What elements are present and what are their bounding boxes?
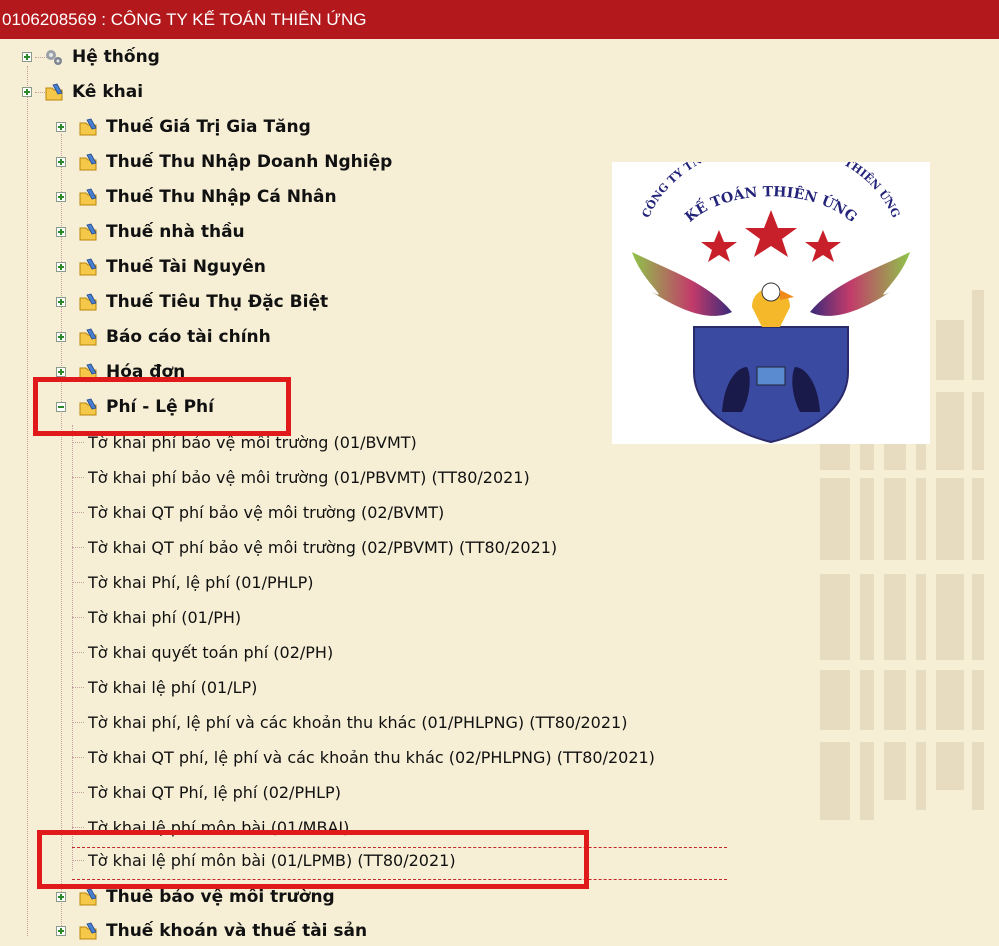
leaf-item[interactable]: Tờ khai QT phí bảo vệ môi trường (02/BVM…	[72, 497, 444, 527]
logo-graphic: CÔNG TY TNHH DỊCH VỤ ĐÀO TẠO THIÊN ỨNG K…	[632, 136, 910, 444]
tree-item-label: Thuế Thu Nhập Cá Nhân	[106, 187, 337, 207]
folder-edit-icon	[79, 188, 97, 206]
tree-item-financial-report[interactable]: Báo cáo tài chính	[56, 322, 271, 352]
tree-item-label: Kê khai	[72, 82, 144, 102]
expand-icon[interactable]	[56, 367, 66, 377]
leaf-label: Tờ khai phí, lệ phí và các khoản thu khá…	[88, 712, 628, 732]
leaf-label: Tờ khai lệ phí (01/LP)	[88, 677, 258, 697]
folder-edit-icon	[79, 328, 97, 346]
folder-edit-icon	[79, 888, 97, 906]
tree-item-vat[interactable]: Thuế Giá Trị Gia Tăng	[56, 112, 311, 142]
star-icon	[701, 210, 841, 262]
leaf-label: Tờ khai QT phí bảo vệ môi trường (02/BVM…	[88, 502, 445, 522]
tree-item-label: Hệ thống	[72, 47, 160, 67]
highlight-box-lpmb	[37, 830, 589, 889]
leaf-label: Tờ khai phí bảo vệ môi trường (01/PBVMT)…	[88, 467, 530, 487]
leaf-item[interactable]: Tờ khai QT Phí, lệ phí (02/PHLP)	[72, 777, 341, 807]
window-title: 0106208569 : CÔNG TY KẾ TOÁN THIÊN ỨNG	[0, 0, 999, 39]
leaf-item[interactable]: Tờ khai phí bảo vệ môi trường (01/PBVMT)…	[72, 462, 530, 492]
expand-icon[interactable]	[56, 892, 66, 902]
expand-icon[interactable]	[22, 87, 32, 97]
tree-item-label: Báo cáo tài chính	[106, 327, 271, 347]
tree-item-label: Thuế Tiêu Thụ Đặc Biệt	[106, 292, 329, 312]
leaf-label: Tờ khai QT phí, lệ phí và các khoản thu …	[88, 747, 655, 767]
tree-item-label: Thuế khoán và thuế tài sản	[106, 921, 368, 941]
company-logo: CÔNG TY TNHH DỊCH VỤ ĐÀO TẠO THIÊN ỨNG K…	[612, 136, 930, 444]
expand-icon[interactable]	[56, 297, 66, 307]
leaf-item[interactable]: Tờ khai QT phí, lệ phí và các khoản thu …	[72, 742, 655, 772]
expand-icon[interactable]	[56, 332, 66, 342]
tree-item-excise-tax[interactable]: Thuế Tiêu Thụ Đặc Biệt	[56, 287, 328, 317]
expand-icon[interactable]	[56, 227, 66, 237]
expand-icon[interactable]	[22, 52, 32, 62]
expand-icon[interactable]	[56, 926, 66, 936]
tree-item-ke-khai[interactable]: Kê khai	[22, 77, 143, 107]
tree-item-label: Thuế Thu Nhập Doanh Nghiệp	[106, 152, 393, 172]
folder-edit-icon	[79, 223, 97, 241]
tree-item-he-thong[interactable]: Hệ thống	[22, 42, 160, 72]
gears-icon	[46, 50, 62, 65]
tree-item-label: Thuế bảo vệ môi trường	[106, 887, 335, 907]
leaf-label: Tờ khai phí (01/PH)	[88, 607, 242, 627]
folder-edit-icon	[79, 153, 97, 171]
folder-edit-icon	[79, 922, 97, 940]
leaf-label: Tờ khai QT Phí, lệ phí (02/PHLP)	[88, 782, 341, 802]
folder-edit-icon	[79, 293, 97, 311]
tree-item-lump-sum-tax[interactable]: Thuế khoán và thuế tài sản	[56, 916, 367, 946]
leaf-label: Tờ khai quyết toán phí (02/PH)	[88, 642, 334, 662]
tree-item-cit[interactable]: Thuế Thu Nhập Doanh Nghiệp	[56, 147, 392, 177]
leaf-label: Tờ khai Phí, lệ phí (01/PHLP)	[88, 572, 314, 592]
folder-edit-icon	[79, 118, 97, 136]
leaf-item[interactable]: Tờ khai phí (01/PH)	[72, 602, 241, 632]
tree-item-label: Thuế Giá Trị Gia Tăng	[106, 117, 311, 137]
leaf-item[interactable]: Tờ khai Phí, lệ phí (01/PHLP)	[72, 567, 313, 597]
leaf-item[interactable]: Tờ khai QT phí bảo vệ môi trường (02/PBV…	[72, 532, 557, 562]
leaf-item[interactable]: Tờ khai quyết toán phí (02/PH)	[72, 637, 333, 667]
tree-item-resource-tax[interactable]: Thuế Tài Nguyên	[56, 252, 266, 282]
expand-icon[interactable]	[56, 157, 66, 167]
tree-item-pit[interactable]: Thuế Thu Nhập Cá Nhân	[56, 182, 337, 212]
expand-icon[interactable]	[56, 192, 66, 202]
folder-edit-icon	[45, 83, 63, 101]
folder-edit-icon	[79, 258, 97, 276]
leaf-item[interactable]: Tờ khai phí, lệ phí và các khoản thu khá…	[72, 707, 627, 737]
tree-item-contractor-tax[interactable]: Thuế nhà thầu	[56, 217, 245, 247]
tree-item-label: Thuế nhà thầu	[106, 222, 245, 242]
expand-icon[interactable]	[56, 262, 66, 272]
expand-icon[interactable]	[56, 122, 66, 132]
highlight-box-phi-le-phi	[33, 377, 291, 436]
leaf-item[interactable]: Tờ khai lệ phí (01/LP)	[72, 672, 257, 702]
leaf-label: Tờ khai QT phí bảo vệ môi trường (02/PBV…	[88, 537, 558, 557]
tree-item-label: Thuế Tài Nguyên	[106, 257, 266, 277]
